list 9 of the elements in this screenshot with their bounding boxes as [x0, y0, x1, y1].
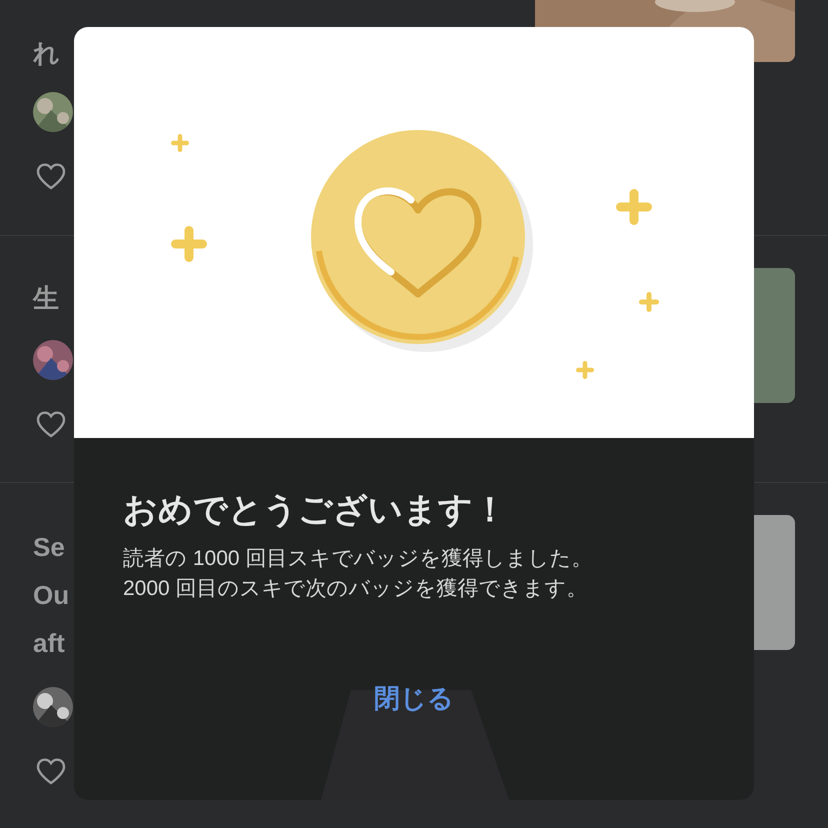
- close-button[interactable]: 閉じる: [366, 678, 462, 718]
- dialog-title: おめでとうございます！: [123, 490, 508, 531]
- sparkle-icon: [639, 292, 659, 312]
- dialog-message: 2000 回目のスキで次のバッジを獲得できます。: [123, 576, 589, 602]
- sparkle-icon: [576, 361, 594, 379]
- sparkle-icon: [171, 134, 189, 152]
- dialog-message: 読者の 1000 回目スキでバッジを獲得しました。: [123, 546, 594, 572]
- sparkle-icon: [616, 189, 652, 225]
- sparkle-icon: [171, 226, 207, 262]
